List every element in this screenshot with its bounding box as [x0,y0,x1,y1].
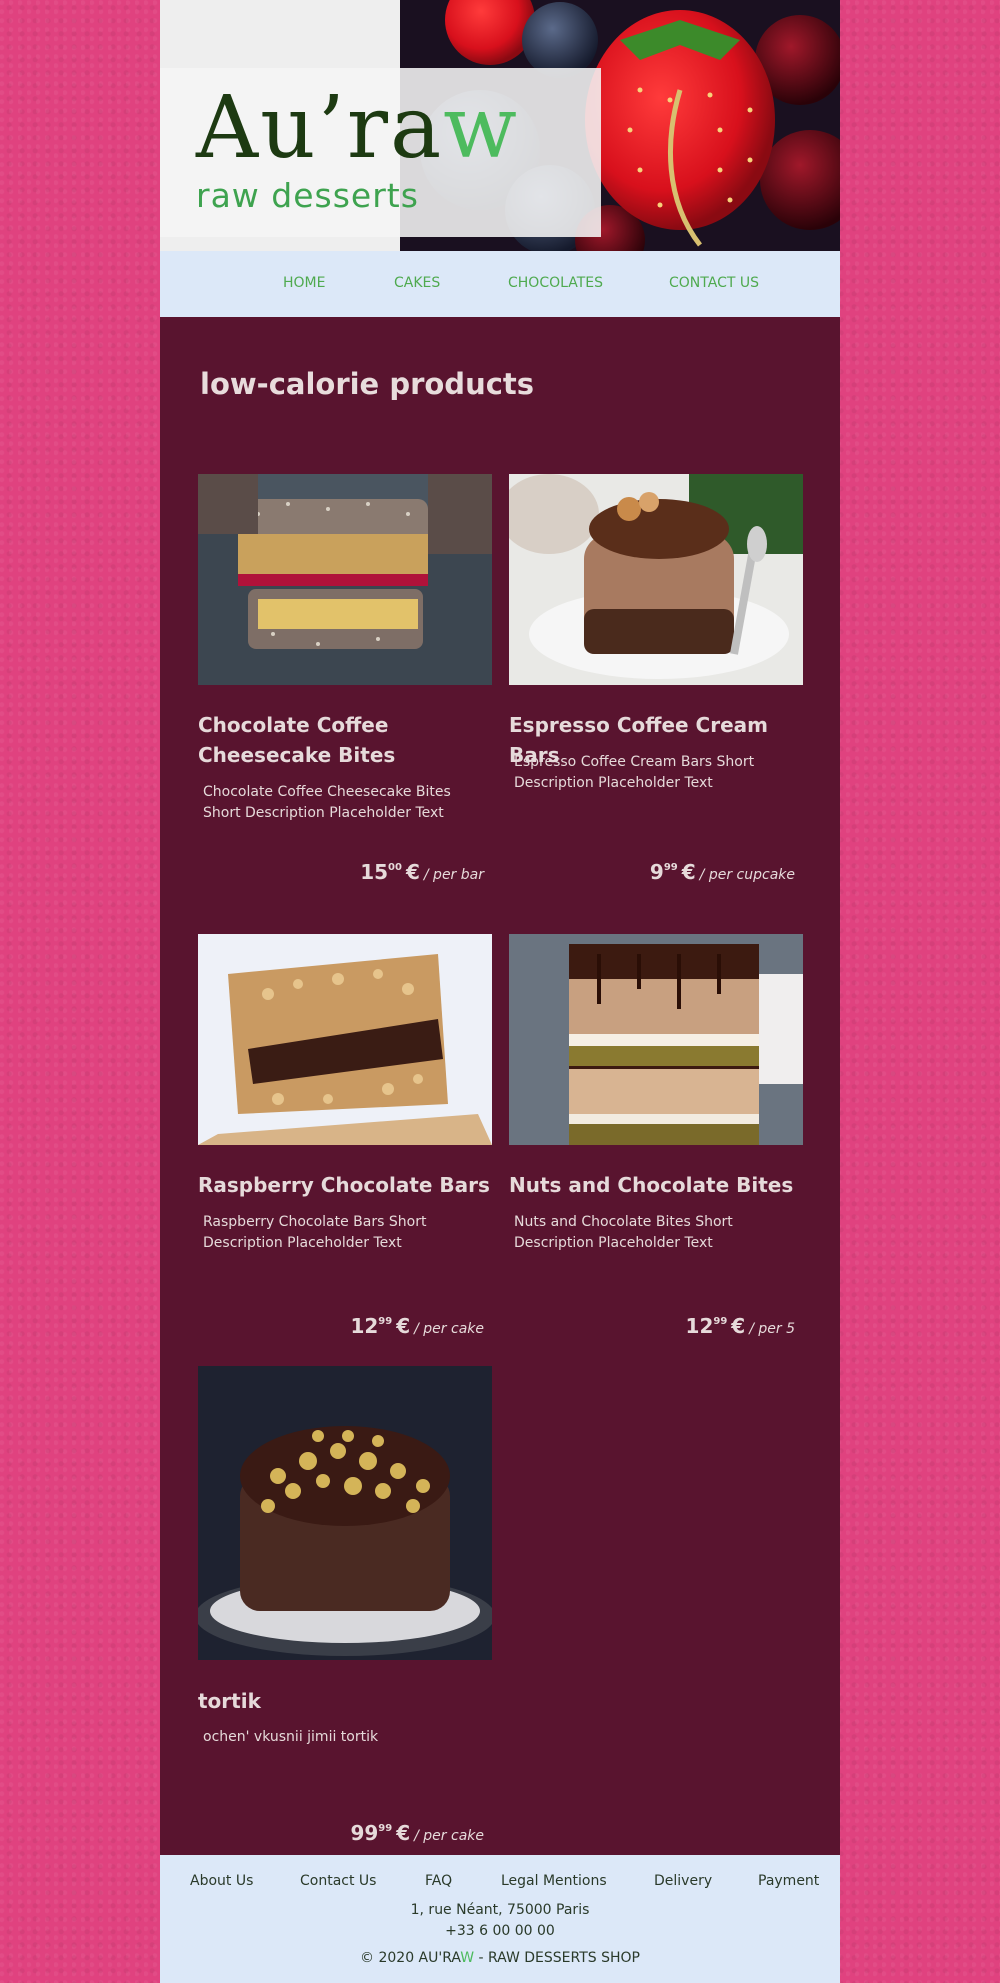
nav-chocolates[interactable]: CHOCOLATES [508,275,603,291]
product-card[interactable]: Nuts and Chocolate Bites Nuts and Chocol… [509,934,803,1338]
product-name[interactable]: Nuts and Chocolate Bites [509,1170,793,1200]
nav-home[interactable]: HOME [283,275,325,291]
product-card[interactable]: Chocolate Coffee Cheesecake Bites Chocol… [198,474,492,884]
footer-phone: +33 6 00 00 00 [445,1923,555,1939]
footer-links: About Us Contact Us FAQ Legal Mentions D… [160,1873,840,1893]
page-container: Au’raw raw desserts HOME CAKES CHOCOLATE… [160,0,840,1983]
footer-link-faq[interactable]: FAQ [425,1873,452,1889]
footer-link-payment[interactable]: Payment [758,1873,819,1889]
product-description: Raspberry Chocolate Bars Short Descripti… [203,1214,427,1251]
product-description: Chocolate Coffee Cheesecake Bites Short … [203,784,451,821]
footer-copyright: © 2020 AU'RAW - RAW DESSERTS SHOP [360,1950,640,1966]
product-image[interactable] [509,474,803,685]
product-description: ochen' vkusnii jimii tortik [203,1729,379,1745]
logo-tagline: raw desserts [196,176,419,215]
site-footer: About Us Contact Us FAQ Legal Mentions D… [160,1855,840,1983]
section-title: low-calorie products [200,367,535,401]
product-price: 9999 € / per cake [350,1821,484,1845]
product-card[interactable]: tortik ochen' vkusnii jimii tortik 9999 €… [198,1366,492,1845]
product-name[interactable]: tortik [198,1686,261,1716]
logo-text: Au’ra [196,78,444,178]
footer-link-contact-us[interactable]: Contact Us [300,1873,376,1889]
product-description: Nuts and Chocolate Bites Short Descripti… [514,1214,733,1251]
product-price: 1500 € / per bar [360,860,484,884]
hero-banner: Au’raw raw desserts [160,0,840,251]
product-price: 999 € / per cupcake [649,860,795,884]
main-nav: HOME CAKES CHOCOLATES CONTACT US [160,251,840,317]
footer-address: 1, rue Néant, 75000 Paris [410,1902,590,1918]
product-image[interactable] [198,1366,492,1660]
product-price: 1299 € / per cake [350,1314,484,1338]
footer-link-delivery[interactable]: Delivery [654,1873,712,1889]
product-card[interactable]: Espresso Coffee Cream Bars Espresso Coff… [509,474,803,884]
product-name[interactable]: Raspberry Chocolate Bars [198,1170,490,1200]
nav-contact-us[interactable]: CONTACT US [669,275,759,291]
footer-link-about-us[interactable]: About Us [190,1873,253,1889]
products-section: low-calorie products Chocolate Coffee Ch… [160,317,840,1855]
product-image[interactable] [198,474,492,685]
product-image[interactable] [198,934,492,1145]
product-description: Espresso Coffee Cream Bars Short Descrip… [514,754,755,791]
footer-link-legal-mentions[interactable]: Legal Mentions [501,1873,607,1889]
product-image[interactable] [509,934,803,1145]
logo-accent: w [443,78,519,178]
product-price: 1299 € / per 5 [685,1314,795,1338]
product-name[interactable]: Chocolate Coffee Cheesecake Bites [198,710,492,770]
site-logo[interactable]: Au’raw [196,85,519,171]
nav-cakes[interactable]: CAKES [394,275,440,291]
product-card[interactable]: Raspberry Chocolate Bars Raspberry Choco… [198,934,492,1338]
